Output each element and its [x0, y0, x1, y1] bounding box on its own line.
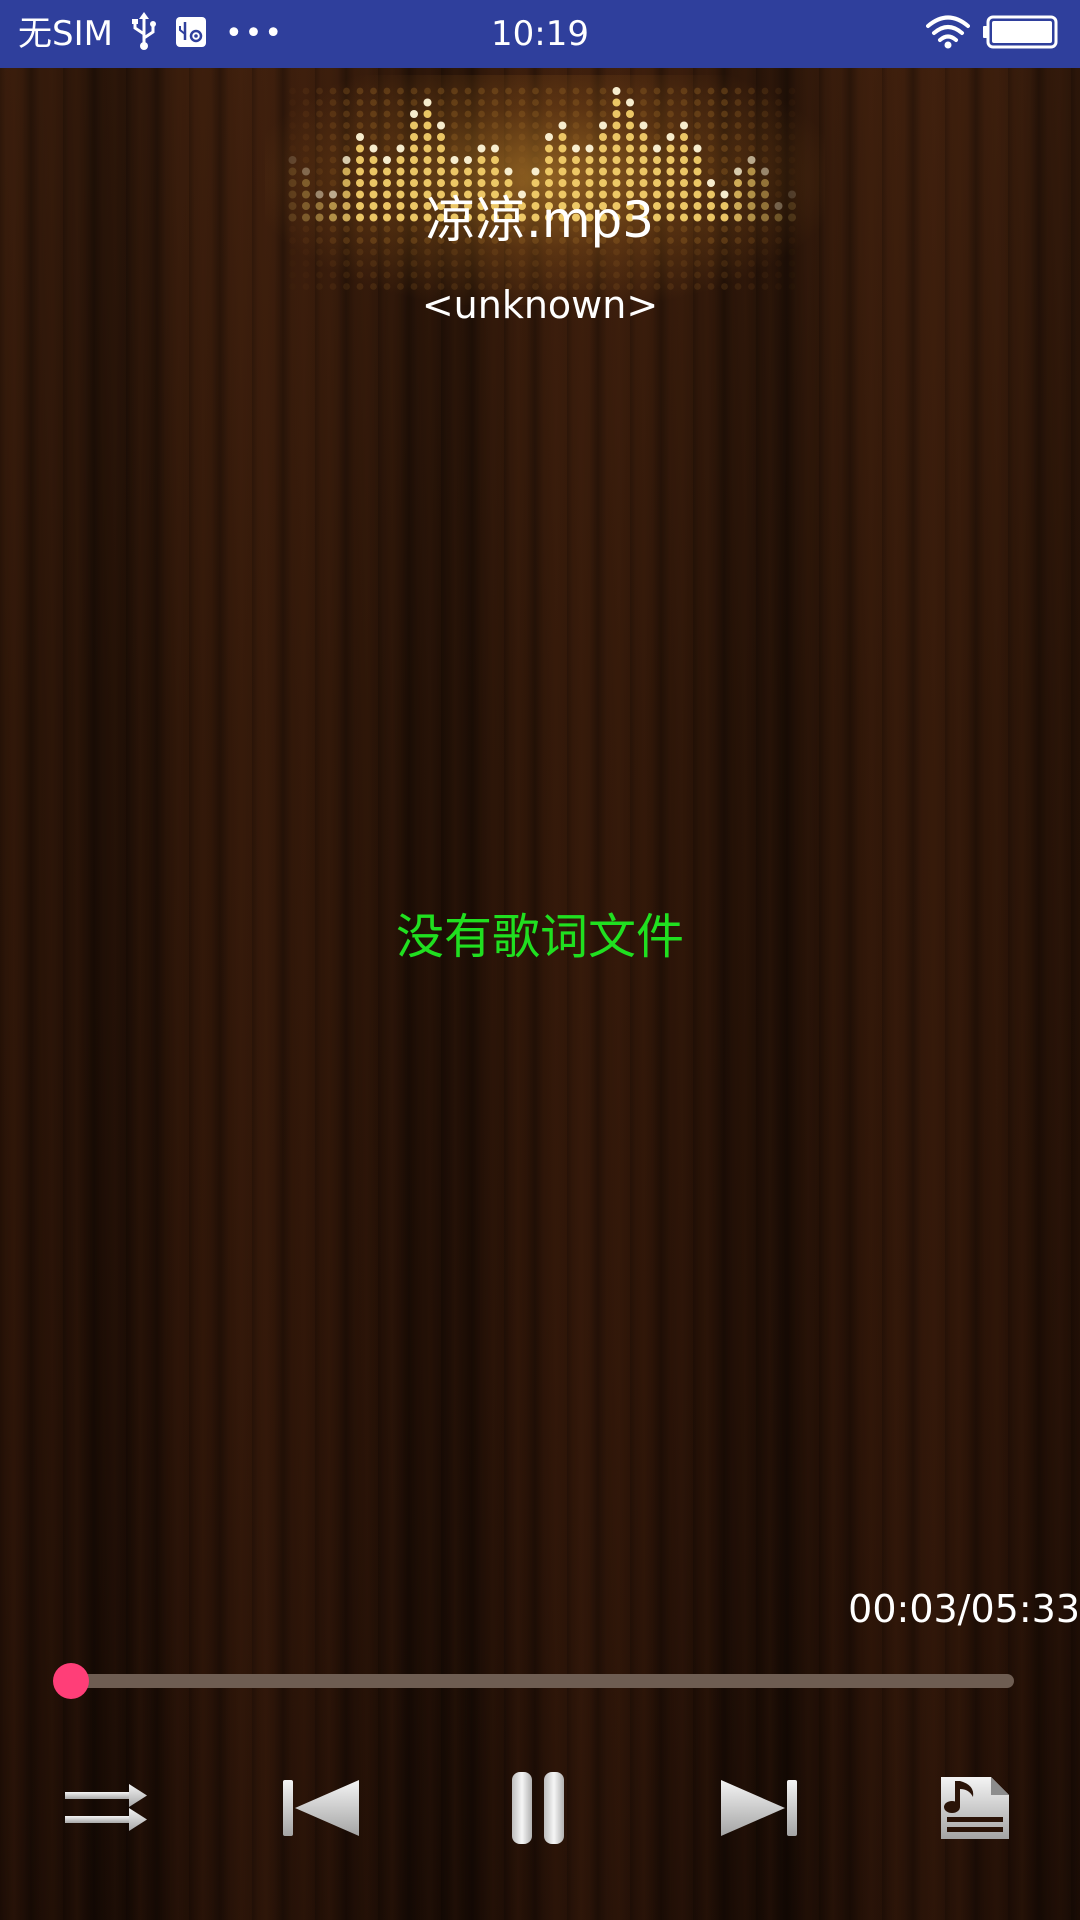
previous-track-icon: [275, 1776, 365, 1844]
status-bar-right: [926, 12, 1058, 56]
pause-icon: [503, 1770, 573, 1850]
progress-bar[interactable]: [60, 1674, 1014, 1688]
playback-controls: [0, 1765, 1080, 1855]
song-artist: <unknown>: [421, 283, 659, 327]
next-button[interactable]: [710, 1765, 810, 1855]
play-mode-button[interactable]: [56, 1765, 156, 1855]
lyrics-message: 没有歌词文件: [395, 909, 684, 965]
status-time: 10:19: [491, 14, 589, 54]
progress-thumb[interactable]: [52, 1663, 89, 1699]
shuffle-repeat-icon: [61, 1778, 151, 1842]
wood-background: [0, 68, 1080, 1920]
battery-icon: [982, 15, 1058, 53]
status-bar: 无SIM ••• 10:19: [0, 0, 1080, 68]
previous-button[interactable]: [270, 1765, 370, 1855]
next-track-icon: [715, 1776, 805, 1844]
pause-button[interactable]: [488, 1765, 588, 1855]
song-title: 凉凉.mp3: [425, 191, 655, 249]
playlist-button[interactable]: [925, 1765, 1025, 1855]
wifi-icon: [926, 15, 970, 53]
time-readout: 00:03/05:33: [848, 1587, 1080, 1631]
music-file-list-icon: [935, 1773, 1015, 1847]
